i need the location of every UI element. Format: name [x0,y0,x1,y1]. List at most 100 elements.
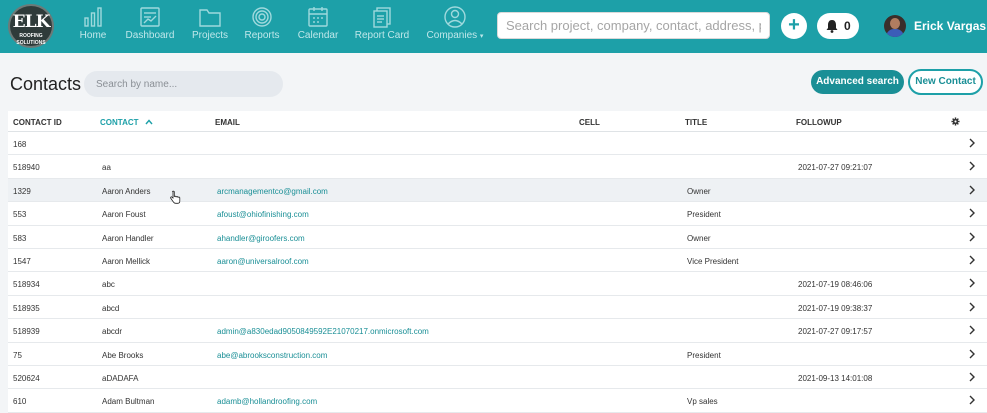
mouse-pointer-icon [170,190,181,204]
nav-reports[interactable]: Reports [243,6,281,48]
table-row[interactable]: 610 Adam Bultman adamb@hollandroofing.com V… [8,389,987,413]
table-row[interactable]: 583 Aaron Handler ahandler@giroofers.com Ow… [8,225,987,249]
email-cell[interactable]: aaron@universalroof.com [217,257,309,266]
contact-name-cell: abcd [102,303,120,313]
followup-cell: 2021-07-27 09:21:07 [798,163,873,173]
chevron-right-icon[interactable] [968,232,976,242]
calendar-icon [308,7,328,27]
contact-name-cell: abc [102,280,115,290]
chevron-right-icon[interactable] [968,255,976,265]
user-name[interactable]: Erick Vargas [914,19,986,33]
nav-projects[interactable]: Projects [190,6,230,48]
gear-icon[interactable] [951,117,960,126]
table-row[interactable]: 1547 Aaron Mellick aaron@universalroof.com… [8,248,987,273]
page-title: Contacts [10,74,82,94]
contact-id-cell: 520624 [13,373,40,383]
table-row[interactable]: 75 Abe Brooks abe@abrooksconstruction.com P… [8,342,987,366]
contacts-table: CONTACT ID CONTACT EMAIL CELL TITLE FOLL… [8,111,987,413]
chevron-right-icon[interactable] [968,278,976,288]
nav-reports-label: Reports [244,30,280,41]
nav-dashboard[interactable]: Dashboard [124,6,176,48]
nav-home-label: Home [79,30,107,41]
table-row[interactable]: 518934 abc 2021-07-19 08:46:06 [8,272,987,296]
nav-projects-label: Projects [191,30,229,41]
bar-chart-icon [84,7,102,27]
nav-calendar-label: Calendar [297,30,339,41]
avatar[interactable] [884,15,906,37]
contact-name-cell: Aaron Handler [102,233,154,243]
table-row[interactable]: 518940 aa 2021-07-27 09:21:07 [8,155,987,179]
table-row[interactable]: 518939 abcdr admin@a830edad9050849592E2107… [8,319,987,343]
column-header-cell[interactable]: CELL [579,118,600,127]
company-logo[interactable]: ELK ROOFING SOLUTIONS [8,4,54,48]
chevron-right-icon[interactable] [968,325,976,335]
nav-calendar[interactable]: Calendar [296,6,340,48]
advanced-search-button[interactable]: Advanced search [811,70,904,94]
column-header-email[interactable]: EMAIL [215,118,240,127]
contact-name-cell: Abe Brooks [102,350,144,360]
email-cell[interactable]: arcmanagementco@gmail.com [217,187,328,196]
table-header: CONTACT ID CONTACT EMAIL CELL TITLE FOLL… [8,111,987,132]
title-cell: President [687,210,721,220]
sort-ascending-icon [145,119,153,125]
user-icon [444,6,466,28]
nav-companies[interactable]: Companies ▾ [424,6,486,48]
email-cell[interactable]: adamb@hollandroofing.com [217,397,317,406]
add-button[interactable]: + [781,13,807,39]
chevron-right-icon[interactable] [968,395,976,405]
nav-report-card[interactable]: Report Card [353,6,411,48]
new-contact-button[interactable]: New Contact [908,69,983,95]
top-navigation-bar: ELK ROOFING SOLUTIONS Home Dashboard Pro… [0,0,987,53]
contact-name-cell: Adam Bultman [102,397,155,407]
column-header-followup[interactable]: FOLLOWUP [796,118,842,127]
logo-text: ELK [12,12,51,32]
title-cell: Owner [687,233,711,243]
contact-id-cell: 553 [13,210,27,220]
contact-name-cell: aDADAFA [102,373,139,383]
nav-dashboard-label: Dashboard [125,30,175,41]
dashboard-icon [140,7,160,27]
table-row[interactable]: 520624 aDADAFA 2021-09-13 14:01:08 [8,365,987,390]
nav-companies-label: Companies [426,30,478,41]
contact-id-cell: 518934 [13,280,40,290]
column-header-contact-label: CONTACT [100,118,139,127]
table-row[interactable]: 518935 abcd 2021-07-19 09:38:37 [8,295,987,320]
contact-name-cell: aa [102,163,111,173]
column-header-contact-id[interactable]: CONTACT ID [13,118,62,127]
contact-name-cell: Aaron Anders [102,186,151,196]
nav-report-card-label: Report Card [354,30,410,41]
column-header-title[interactable]: TITLE [685,118,707,127]
column-header-contact[interactable]: CONTACT [100,118,153,127]
contact-name-cell: Aaron Foust [102,210,146,220]
chevron-right-icon[interactable] [968,302,976,312]
email-cell[interactable]: admin@a830edad9050849592E21070217.onmicr… [217,327,429,336]
chevron-right-icon[interactable] [968,349,976,359]
plus-icon: + [788,14,800,36]
table-row[interactable]: 1329 Aaron Anders arcmanagementco@gmail.co… [8,178,987,203]
contact-id-cell: 168 [13,140,27,149]
contact-id-cell: 518939 [13,327,40,337]
email-cell[interactable]: afoust@ohiofinishing.com [217,210,309,219]
contact-id-cell: 583 [13,233,27,243]
notification-count: 0 [844,19,851,33]
chevron-right-icon[interactable] [968,138,976,148]
search-by-name-input[interactable] [84,71,283,97]
email-cell[interactable]: abe@abrooksconstruction.com [217,351,327,360]
chevron-right-icon[interactable] [968,161,976,171]
title-cell: Vice President [687,256,739,266]
chevron-right-icon[interactable] [968,208,976,218]
folder-icon [199,9,221,27]
chevron-right-icon[interactable] [968,372,976,382]
contact-id-cell: 1329 [13,186,31,196]
notifications-button[interactable]: 0 [817,13,859,39]
global-search-input[interactable] [497,12,770,39]
table-row[interactable]: 553 Aaron Foust afoust@ohiofinishing.com Pr… [8,202,987,226]
email-cell[interactable]: ahandler@giroofers.com [217,234,305,243]
contact-id-cell: 518940 [13,163,40,173]
nav-home[interactable]: Home [78,6,108,48]
title-cell: President [687,350,721,360]
chevron-right-icon[interactable] [968,185,976,195]
report-card-icon [373,7,391,28]
table-row[interactable]: 168 [8,132,987,156]
followup-cell: 2021-07-19 08:46:06 [798,280,873,290]
